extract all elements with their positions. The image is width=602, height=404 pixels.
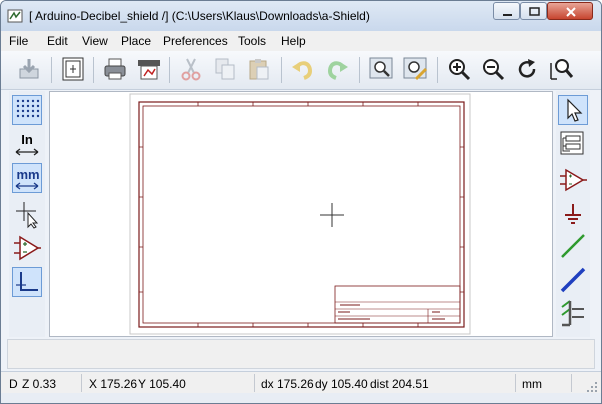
menu-help[interactable]: Help bbox=[281, 34, 306, 48]
status-x: X 175.26 bbox=[89, 377, 138, 391]
right-toolbar bbox=[556, 91, 590, 337]
minimize-icon bbox=[503, 14, 512, 16]
cursor-shape-button[interactable] bbox=[12, 199, 42, 229]
menu-view[interactable]: View bbox=[82, 34, 108, 48]
arrow-pointer-icon bbox=[567, 98, 583, 122]
status-zoom: Z 0.33 bbox=[22, 377, 57, 391]
menu-preferences[interactable]: Preferences bbox=[163, 34, 228, 48]
orthogonal-icon bbox=[16, 272, 38, 291]
redraw-icon[interactable] bbox=[513, 55, 541, 83]
left-toolbar: In mm bbox=[9, 91, 45, 337]
place-bus-entry-button[interactable] bbox=[558, 297, 588, 327]
cursor-crosshair-icon bbox=[16, 202, 39, 229]
window-bottom-frame bbox=[1, 393, 601, 403]
schematic-canvas[interactable] bbox=[49, 91, 553, 337]
copy-icon[interactable] bbox=[211, 55, 239, 83]
new-sheet-icon[interactable] bbox=[15, 55, 43, 83]
plot-icon[interactable] bbox=[135, 55, 163, 83]
units-mm-button[interactable]: mm bbox=[12, 163, 42, 193]
units-inch-button[interactable]: In bbox=[12, 129, 42, 159]
status-dy: dy 105.40 bbox=[315, 377, 368, 391]
menu-place[interactable]: Place bbox=[121, 34, 151, 48]
close-icon bbox=[566, 7, 576, 17]
schematic-sheet[interactable] bbox=[50, 92, 552, 336]
zoom-fit-icon[interactable] bbox=[547, 55, 575, 83]
maximize-button[interactable] bbox=[520, 2, 547, 20]
menu-bar: File Edit View Place Preferences Tools H… bbox=[1, 31, 601, 51]
message-panel bbox=[7, 339, 595, 369]
window-title: [ Arduino-Decibel_shield /] (C:\Users\Kl… bbox=[29, 9, 370, 23]
find-replace-icon[interactable] bbox=[401, 55, 429, 83]
cut-icon[interactable] bbox=[177, 55, 205, 83]
app-window: [ Arduino-Decibel_shield /] (C:\Users\Kl… bbox=[0, 0, 602, 404]
status-units: mm bbox=[522, 377, 542, 391]
undo-icon[interactable] bbox=[289, 55, 317, 83]
redo-icon[interactable] bbox=[323, 55, 351, 83]
menu-tools[interactable]: Tools bbox=[238, 34, 266, 48]
hidden-pins-button[interactable] bbox=[12, 233, 42, 263]
units-arrow-icon bbox=[15, 148, 39, 156]
eeschema-app-icon bbox=[7, 9, 23, 23]
status-y: Y 105.40 bbox=[138, 377, 186, 391]
main-toolbar bbox=[1, 51, 601, 90]
status-bar: D Z 0.33 X 175.26 Y 105.40 dx 175.26 dy … bbox=[1, 371, 601, 394]
place-component-button[interactable] bbox=[558, 165, 588, 195]
status-dist: dist 204.51 bbox=[370, 377, 429, 391]
units-mm-arrow-icon bbox=[15, 182, 39, 190]
select-tool-button[interactable] bbox=[558, 95, 588, 125]
find-icon[interactable] bbox=[367, 55, 395, 83]
place-bus-button[interactable] bbox=[558, 265, 588, 295]
grid-toggle-button[interactable] bbox=[12, 95, 42, 125]
amplifier-icon bbox=[560, 168, 587, 192]
ground-icon bbox=[565, 204, 581, 224]
orthogonal-wire-button[interactable] bbox=[12, 267, 42, 297]
paste-icon[interactable] bbox=[245, 55, 273, 83]
grid-icon bbox=[16, 99, 40, 118]
zoom-in-icon[interactable] bbox=[445, 55, 473, 83]
print-icon[interactable] bbox=[101, 55, 129, 83]
hierarchy-navigator-button[interactable] bbox=[558, 129, 588, 159]
menu-file[interactable]: File bbox=[9, 34, 28, 48]
close-button[interactable] bbox=[547, 2, 593, 20]
bus-icon bbox=[560, 267, 586, 293]
status-dx: dx 175.26 bbox=[261, 377, 314, 391]
bus-entry-icon bbox=[561, 300, 584, 327]
place-power-button[interactable] bbox=[558, 199, 588, 229]
zoom-out-icon[interactable] bbox=[479, 55, 507, 83]
page-settings-icon[interactable] bbox=[59, 55, 87, 83]
status-zoom-prefix: D bbox=[9, 377, 18, 391]
hierarchy-icon bbox=[560, 131, 584, 155]
wire-icon bbox=[561, 234, 585, 258]
place-wire-button[interactable] bbox=[558, 231, 588, 261]
title-bar[interactable]: [ Arduino-Decibel_shield /] (C:\Users\Kl… bbox=[1, 1, 601, 31]
minimize-button[interactable] bbox=[493, 2, 520, 20]
maximize-icon bbox=[529, 7, 540, 16]
menu-edit[interactable]: Edit bbox=[47, 34, 68, 48]
component-icon bbox=[14, 235, 41, 261]
